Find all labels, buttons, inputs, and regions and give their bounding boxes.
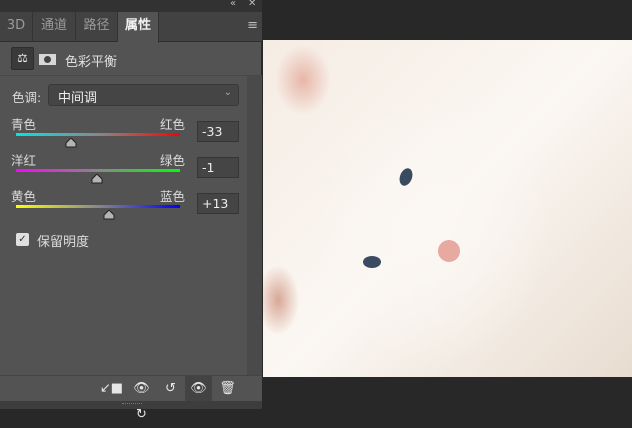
preserve-luminosity-checkbox[interactable]: ✓	[16, 233, 29, 246]
bottom-toolbar: ↙■ 👁↻ ↺ 👁 🗑	[0, 375, 262, 422]
slider-right-label: 绿色	[160, 153, 186, 168]
tab-channels[interactable]: 通道	[33, 12, 76, 42]
properties-header: ⚖ 色彩平衡	[0, 42, 262, 76]
color-slider-track[interactable]	[16, 133, 180, 136]
panel-title-bar: « ✕	[0, 0, 262, 12]
slider-value-input[interactable]: -33	[197, 121, 239, 142]
cat-eye	[363, 256, 381, 268]
tab-properties[interactable]: 属性	[118, 12, 159, 43]
clip-to-layer-icon[interactable]: ↙■	[98, 376, 125, 402]
tab-3d[interactable]: 3D	[0, 12, 33, 42]
slider-thumb[interactable]	[65, 138, 77, 148]
slider-left-label: 青色	[11, 117, 37, 132]
delete-trash-icon[interactable]: 🗑	[214, 376, 241, 402]
color-slider-track[interactable]	[16, 169, 180, 172]
tone-value: 中间调	[58, 91, 98, 106]
cat-eye	[397, 166, 415, 188]
color-balance-icon[interactable]: ⚖	[11, 47, 34, 70]
slider-thumb[interactable]	[91, 174, 103, 184]
layer-mask-icon[interactable]	[39, 54, 56, 65]
tone-label: 色调:	[12, 90, 42, 105]
slider-thumb[interactable]	[103, 210, 115, 220]
color-slider-track[interactable]	[16, 205, 180, 208]
reset-icon[interactable]: ↺	[157, 376, 184, 402]
slider-value-input[interactable]: -1	[197, 157, 239, 178]
visibility-eye-icon[interactable]: 👁	[185, 376, 212, 402]
slider-left-label: 黄色	[11, 189, 37, 204]
properties-panel: « ✕ 3D 通道 路径 属性 ≡ ⚖ 色彩平衡 色调: 中间调 ⌄ 青色 红色 …	[0, 0, 262, 422]
collapse-icon[interactable]: «	[230, 0, 236, 9]
resize-grip[interactable]	[122, 403, 142, 406]
panel-menu-icon[interactable]: ≡	[247, 18, 258, 33]
slider-value-input[interactable]: +13	[197, 193, 239, 214]
preserve-luminosity-label: 保留明度	[37, 235, 90, 250]
tab-paths[interactable]: 路径	[76, 12, 118, 42]
scrollbar[interactable]	[247, 76, 262, 375]
view-previous-state-icon[interactable]: 👁↻	[128, 376, 155, 422]
panel-tabs: 3D 通道 路径 属性 ≡	[0, 12, 262, 43]
slider-right-label: 红色	[160, 117, 186, 132]
slider-right-label: 蓝色	[160, 189, 186, 204]
tone-select[interactable]: 中间调 ⌄	[48, 84, 239, 106]
canvas-image-white-cat	[263, 40, 632, 377]
close-icon[interactable]: ✕	[248, 0, 256, 9]
slider-left-label: 洋红	[11, 153, 37, 168]
cat-nose	[438, 240, 460, 262]
chevron-down-icon: ⌄	[223, 87, 232, 98]
adjustment-title: 色彩平衡	[65, 55, 118, 70]
